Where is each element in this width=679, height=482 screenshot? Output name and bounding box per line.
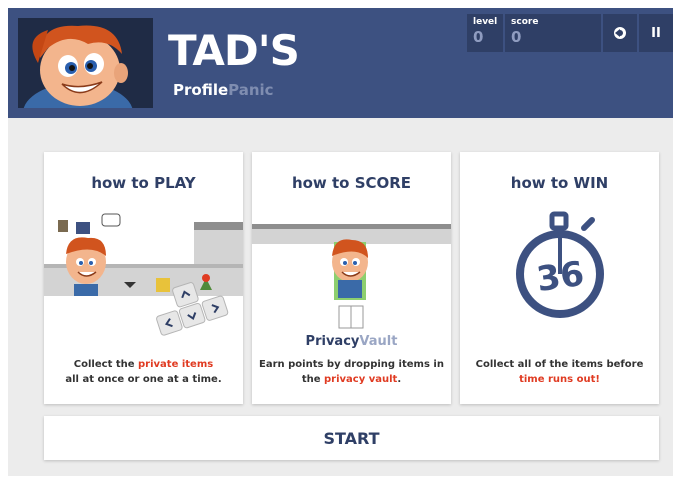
- stopwatch-icon: 36: [516, 211, 604, 318]
- subtitle-panic: Panic: [228, 81, 274, 99]
- tad-face-illustration: [23, 25, 133, 108]
- play-desc-pre: Collect the: [73, 359, 138, 370]
- subtitle-profile: Profile: [173, 81, 229, 99]
- win-desc-highlight: time runs out!: [519, 374, 600, 385]
- score-label: score: [511, 17, 539, 27]
- play-illustration: [44, 213, 243, 336]
- card-how-to-play: how to PLAY Collect the private items al…: [44, 152, 243, 404]
- game-title: TAD'S: [168, 26, 300, 75]
- sound-button[interactable]: [603, 14, 637, 52]
- score-illustration: [252, 224, 451, 329]
- score-desc-highlight: privacy vault: [324, 374, 398, 385]
- card-how-to-score: how to SCORE PrivacyVault Earn points by…: [252, 152, 451, 404]
- start-button[interactable]: START: [44, 416, 659, 460]
- score-display: score 0: [505, 14, 601, 52]
- start-label: START: [323, 428, 380, 448]
- level-value: 0: [473, 28, 484, 46]
- play-desc-post: all at once or one at a time.: [65, 374, 222, 385]
- speaker-icon: [614, 27, 626, 39]
- game-subtitle: ProfilePanic: [173, 83, 274, 98]
- play-card-description: Collect the private items all at once or…: [50, 357, 237, 387]
- win-desc-pre: Collect all of the items before: [475, 359, 644, 370]
- hud-bar: level 0 score 0 II: [465, 14, 673, 52]
- tad-avatar: [18, 18, 153, 108]
- play-card-title: how to PLAY: [91, 174, 196, 192]
- score-value: 0: [511, 28, 522, 46]
- vault-label-privacy: Privacy: [305, 334, 360, 349]
- score-card-description: Earn points by dropping items in the pri…: [258, 357, 445, 387]
- timer-value: 36: [534, 254, 586, 300]
- score-card-title: how to SCORE: [291, 174, 412, 192]
- card-how-to-win: how to WIN 36 Collect all of the items b…: [460, 152, 659, 404]
- game-frame: TAD'S ProfilePanic level 0 score 0 II ho…: [8, 8, 673, 476]
- level-label: level: [473, 17, 498, 27]
- win-card-title: how to WIN: [510, 174, 609, 192]
- level-display: level 0: [467, 14, 503, 52]
- pause-button[interactable]: II: [639, 14, 673, 52]
- pause-icon: II: [651, 25, 661, 41]
- play-desc-highlight: private items: [138, 359, 214, 370]
- instruction-cards: how to PLAY Collect the private items al…: [44, 152, 659, 404]
- vault-label-vault: Vault: [359, 334, 398, 349]
- privacy-vault-label: PrivacyVault: [252, 334, 451, 349]
- score-desc-post: .: [397, 374, 402, 385]
- game-header: TAD'S ProfilePanic level 0 score 0 II: [8, 8, 673, 118]
- win-card-description: Collect all of the items before time run…: [466, 357, 653, 387]
